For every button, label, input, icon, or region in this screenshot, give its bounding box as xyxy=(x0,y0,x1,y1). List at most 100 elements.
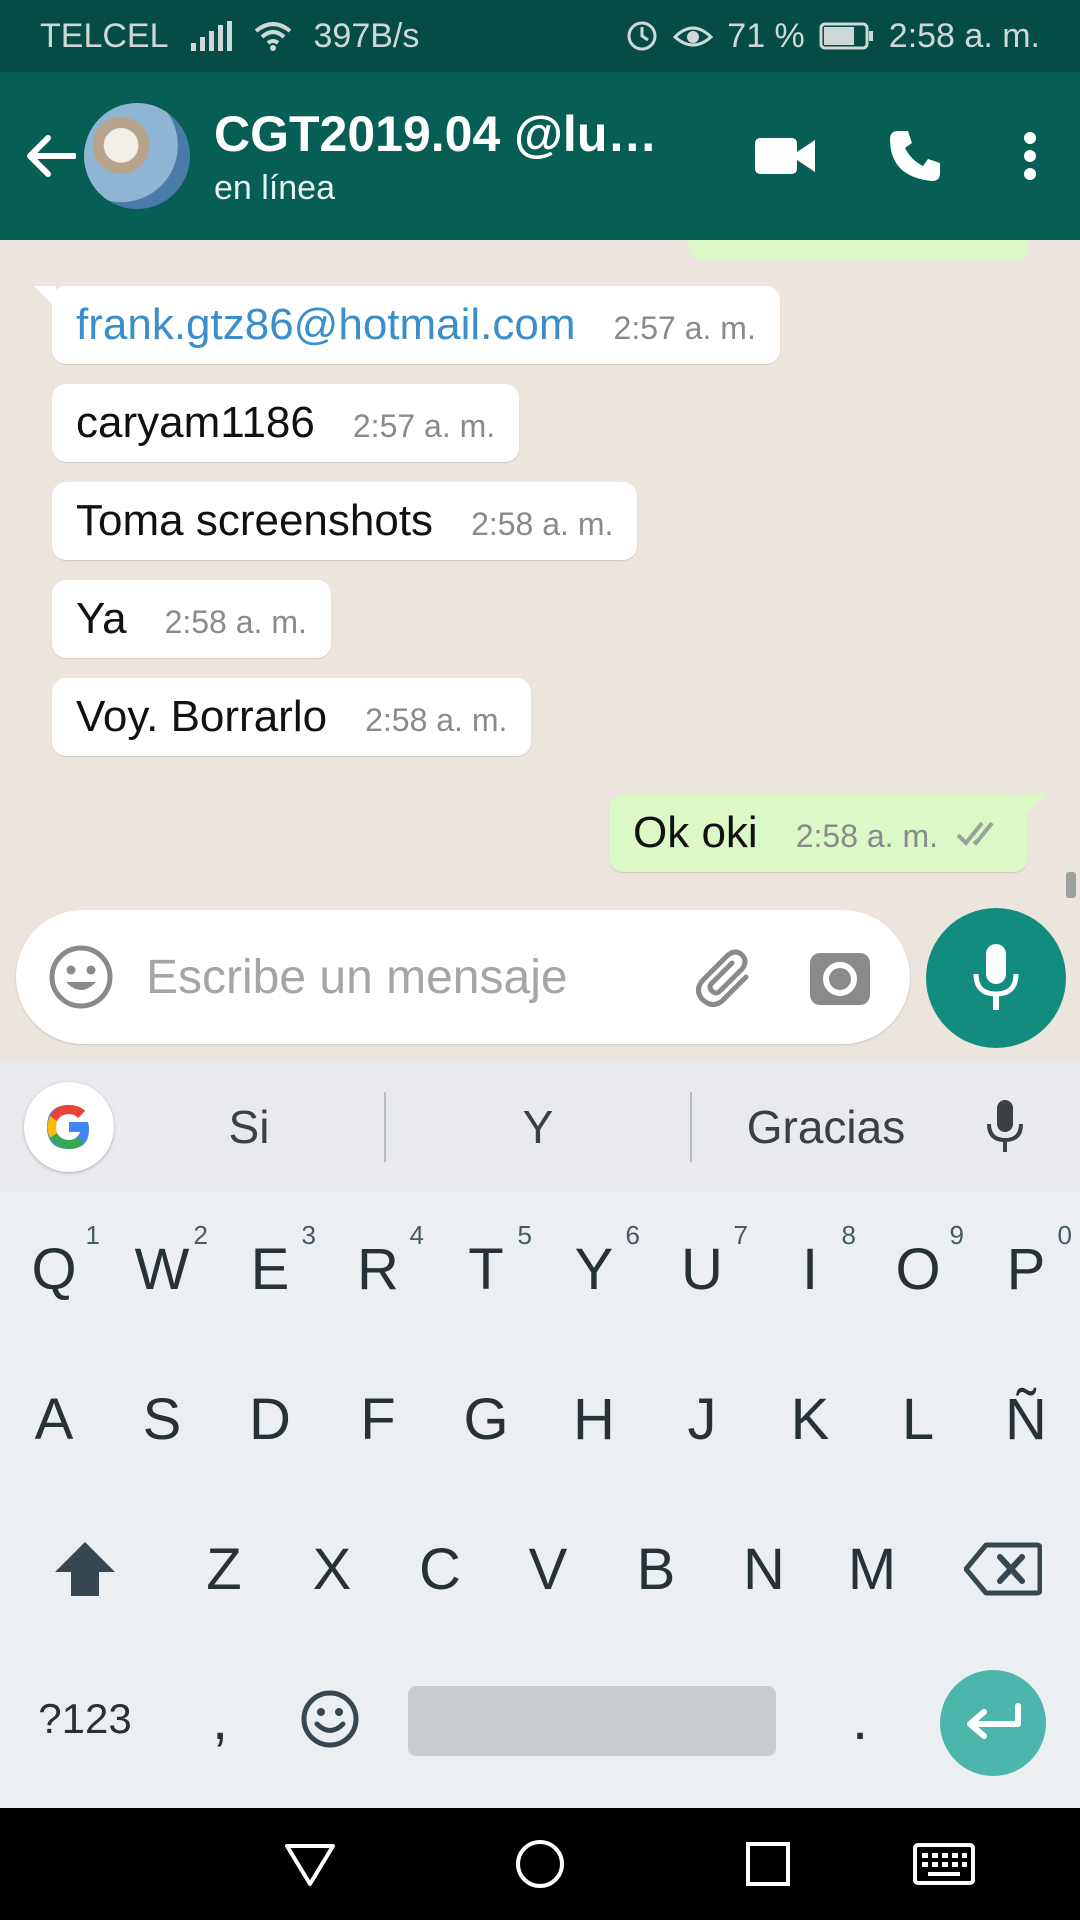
double-check-icon xyxy=(956,821,994,846)
keyboard-row-1: Q1 W2 E3 R4 T5 Y6 U7 I8 O9 P0 xyxy=(0,1194,1080,1344)
more-vertical-icon xyxy=(1024,132,1036,180)
video-call-button[interactable] xyxy=(720,72,850,240)
nav-home-button[interactable] xyxy=(480,1808,600,1920)
shift-key[interactable] xyxy=(0,1494,170,1644)
key[interactable]: C xyxy=(386,1494,494,1644)
key[interactable]: O9 xyxy=(864,1194,972,1344)
key[interactable]: D xyxy=(216,1344,324,1494)
suggestion-item[interactable]: Si xyxy=(114,1100,384,1154)
scrollbar-thumb[interactable] xyxy=(1066,872,1076,898)
keyboard-suggestion-bar: Si Y Gracias xyxy=(0,1062,1080,1192)
previous-outgoing-bubble xyxy=(688,240,1028,260)
chat-title: CGT2019.04 @lu… xyxy=(214,105,658,162)
square-recents-icon xyxy=(746,1842,790,1886)
message-text: Toma screenshots xyxy=(76,496,434,545)
message-time: 2:58 a. m. xyxy=(164,604,307,640)
suggestion-item[interactable]: Y xyxy=(386,1100,690,1154)
enter-key[interactable] xyxy=(940,1670,1046,1776)
suggestion-item[interactable]: Gracias xyxy=(692,1100,960,1154)
message-bubble-incoming[interactable]: frank.gtz86@hotmail.com 2:57 a. m. xyxy=(34,286,780,364)
key[interactable]: S xyxy=(108,1344,216,1494)
nav-back-button[interactable] xyxy=(250,1808,370,1920)
key[interactable]: U7 xyxy=(648,1194,756,1344)
clock: 2:58 a. m. xyxy=(888,16,1040,55)
voice-message-button[interactable] xyxy=(926,908,1066,1048)
message-time: 2:58 a. m. xyxy=(365,702,508,738)
key[interactable]: W2 xyxy=(108,1194,216,1344)
period-key[interactable]: . xyxy=(800,1644,920,1794)
keyboard-row-3: Z X C V B N M xyxy=(0,1494,1080,1644)
symbols-key[interactable]: ?123 xyxy=(0,1644,170,1794)
key[interactable]: A xyxy=(0,1344,108,1494)
triangle-back-icon xyxy=(285,1844,335,1886)
microphone-icon xyxy=(987,1100,1023,1152)
space-bar[interactable] xyxy=(408,1686,776,1756)
google-logo-button[interactable] xyxy=(24,1082,114,1172)
group-avatar[interactable] xyxy=(84,103,190,209)
key[interactable]: N xyxy=(710,1494,818,1644)
camera-button[interactable] xyxy=(780,947,900,1007)
paperclip-icon xyxy=(696,949,749,1007)
message-input[interactable]: Escribe un mensaje xyxy=(146,950,670,1005)
key[interactable]: V xyxy=(494,1494,602,1644)
voice-call-button[interactable] xyxy=(850,72,980,240)
message-time: 2:58 a. m. xyxy=(795,818,938,854)
message-bubble-incoming[interactable]: Voy. Borrarlo 2:58 a. m. xyxy=(52,678,532,756)
message-composer[interactable]: Escribe un mensaje xyxy=(16,910,910,1044)
key[interactable]: X xyxy=(278,1494,386,1644)
chat-status: en línea xyxy=(214,168,335,207)
key[interactable]: P0 xyxy=(972,1194,1080,1344)
attach-button[interactable] xyxy=(670,947,780,1007)
wifi-icon xyxy=(254,22,291,51)
key[interactable]: B xyxy=(602,1494,710,1644)
backspace-key[interactable] xyxy=(926,1494,1080,1644)
battery-percent: 71 % xyxy=(727,16,805,55)
chat-header: CGT2019.04 @lu… en línea xyxy=(0,72,1080,240)
phone-icon xyxy=(890,131,940,181)
key[interactable]: I8 xyxy=(756,1194,864,1344)
backspace-icon xyxy=(964,1542,1042,1596)
shift-arrow-icon xyxy=(55,1542,115,1596)
more-options-button[interactable] xyxy=(980,72,1080,240)
message-bubble-incoming[interactable]: Ya 2:58 a. m. xyxy=(52,580,331,658)
emoji-button[interactable] xyxy=(16,944,146,1010)
network-speed: 397B/s xyxy=(313,16,420,55)
nav-keyboard-button[interactable] xyxy=(884,1808,1004,1920)
message-bubble-outgoing[interactable]: Ok oki 2:58 a. m. xyxy=(609,794,1046,872)
key[interactable]: E3 xyxy=(216,1194,324,1344)
emoji-key[interactable] xyxy=(270,1644,390,1794)
back-arrow-icon xyxy=(27,135,76,177)
key[interactable]: Y6 xyxy=(540,1194,648,1344)
voice-typing-button[interactable] xyxy=(960,1098,1050,1156)
key[interactable]: F xyxy=(324,1344,432,1494)
key[interactable]: J xyxy=(648,1344,756,1494)
message-bubble-incoming[interactable]: caryam1186 2:57 a. m. xyxy=(52,384,520,462)
key[interactable]: L xyxy=(864,1344,972,1494)
google-g-icon xyxy=(47,1105,90,1149)
message-text-link[interactable]: frank.gtz86@hotmail.com xyxy=(76,300,576,350)
key[interactable]: R4 xyxy=(324,1194,432,1344)
battery-icon xyxy=(819,22,873,50)
key[interactable]: Ñ xyxy=(972,1344,1080,1494)
onscreen-keyboard: Q1 W2 E3 R4 T5 Y6 U7 I8 O9 P0 A S D F G … xyxy=(0,1192,1080,1808)
eye-comfort-icon xyxy=(673,26,714,47)
message-text: Ok oki xyxy=(633,808,758,857)
key[interactable]: K xyxy=(756,1344,864,1494)
message-bubble-incoming[interactable]: Toma screenshots 2:58 a. m. xyxy=(52,482,638,560)
status-bar: TELCEL 397B/s 71 % 2:58 a. m. xyxy=(0,0,1080,72)
enter-arrow-icon xyxy=(967,1703,1021,1739)
message-time: 2:58 a. m. xyxy=(471,506,614,542)
key[interactable]: M xyxy=(818,1494,926,1644)
data-saver-icon xyxy=(627,21,657,51)
circle-home-icon xyxy=(516,1840,564,1888)
keyboard-icon xyxy=(913,1843,975,1885)
chat-title-area[interactable]: CGT2019.04 @lu… en línea xyxy=(214,105,674,208)
key[interactable]: Z xyxy=(170,1494,278,1644)
key[interactable]: T5 xyxy=(432,1194,540,1344)
comma-key[interactable]: , xyxy=(170,1644,270,1794)
nav-recents-button[interactable] xyxy=(708,1808,828,1920)
key[interactable]: G xyxy=(432,1344,540,1494)
key[interactable]: Q1 xyxy=(0,1194,108,1344)
key[interactable]: H xyxy=(540,1344,648,1494)
video-camera-icon xyxy=(755,138,815,174)
